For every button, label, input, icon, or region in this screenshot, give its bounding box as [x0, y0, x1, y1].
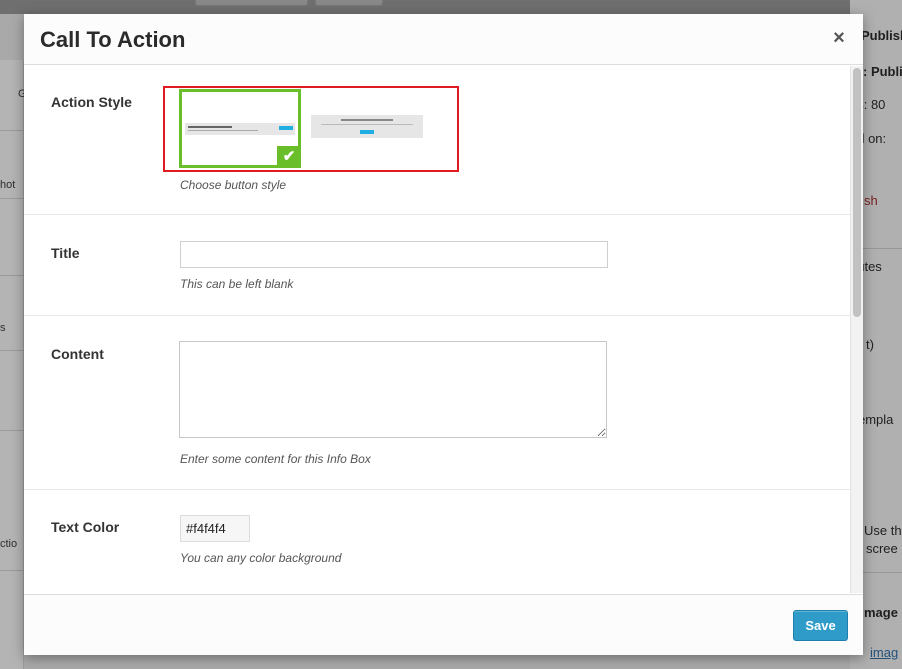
background-right-text: : Publi: [863, 64, 902, 79]
modal-title: Call To Action: [40, 27, 186, 52]
action-style-row: Action Style ✔ Choose button style: [24, 65, 850, 215]
background-left-text: ctio: [0, 538, 18, 550]
content-hint: Enter some content for this Info Box: [180, 452, 371, 466]
text-color-row: Text Color You can any color background: [24, 490, 850, 594]
background-right-text: Use th: [864, 523, 902, 538]
background-toolbar: [0, 0, 902, 14]
content-row: Content Enter some content for this Info…: [24, 316, 850, 490]
background-right-text: Publish: [861, 28, 902, 43]
background-right-text: sh: [864, 193, 878, 208]
content-textarea[interactable]: [179, 341, 607, 438]
background-right-text: mage: [864, 605, 898, 620]
title-label: Title: [51, 245, 80, 261]
checkmark-icon: ✔: [277, 146, 301, 168]
modal-scrollbar[interactable]: [850, 66, 863, 593]
scrollbar-thumb[interactable]: [853, 68, 861, 317]
action-style-label: Action Style: [51, 94, 132, 110]
title-row: Title This can be left blank: [24, 215, 850, 316]
background-right-link: imag: [870, 645, 899, 660]
background-left-column: G hot s ctio: [0, 60, 27, 669]
background-right-text: t): [866, 337, 874, 352]
text-color-hint: You can any color background: [180, 551, 342, 565]
title-input[interactable]: [180, 241, 608, 268]
save-button[interactable]: Save: [793, 610, 848, 641]
close-icon[interactable]: ×: [828, 27, 850, 49]
background-right-text: r scree: [858, 541, 898, 556]
modal-header: Call To Action ×: [24, 14, 863, 65]
style-option-2[interactable]: [311, 115, 423, 138]
modal-body: Action Style ✔ Choose button style Title…: [24, 65, 863, 594]
modal-footer: Save: [24, 594, 863, 655]
action-style-hint: Choose button style: [180, 178, 287, 192]
style-thumbnail: [185, 123, 295, 135]
background-left-text: s: [0, 322, 6, 334]
text-color-label: Text Color: [51, 519, 120, 535]
background-right-text: empla: [858, 412, 894, 427]
background-toolbar-pill: [195, 0, 308, 6]
content-label: Content: [51, 346, 104, 362]
background-toolbar-pill: [315, 0, 383, 6]
text-color-input[interactable]: [180, 515, 250, 542]
background-left-text: hot: [0, 179, 16, 191]
style-thumbnail: [311, 115, 423, 138]
call-to-action-modal: Call To Action × Action Style ✔ Choose b…: [24, 14, 863, 655]
title-hint: This can be left blank: [180, 277, 294, 291]
style-option-1[interactable]: ✔: [179, 89, 301, 168]
